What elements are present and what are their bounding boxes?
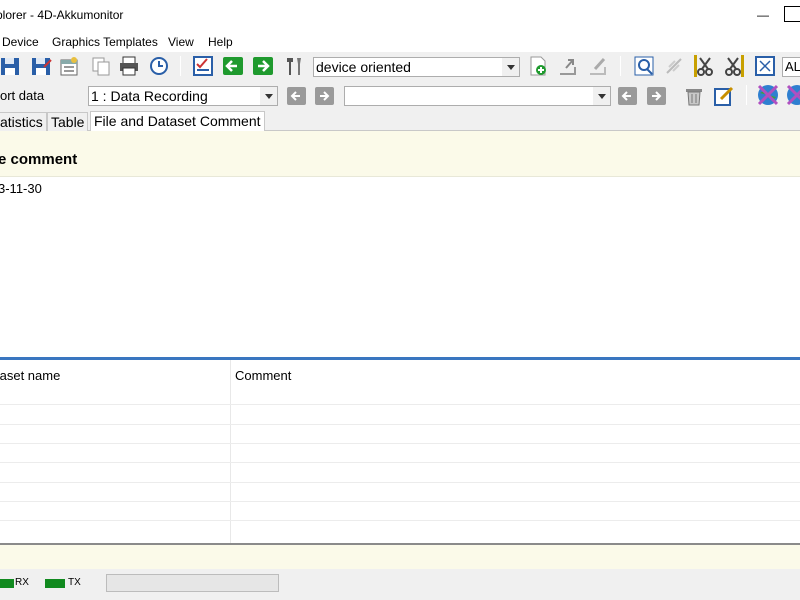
trash-icon[interactable] [683,85,705,107]
view-mode-select[interactable]: device oriented [313,57,520,77]
rx-indicator [0,579,14,588]
next-record-icon[interactable] [314,85,336,107]
fit-icon[interactable] [754,55,776,77]
toolbar-separator [746,85,747,105]
view-mode-value: device oriented [316,59,411,75]
menu-help[interactable]: Help [208,35,233,49]
main-toolbar: device oriented AL [0,52,800,81]
file-comment-header: e comment [0,131,800,177]
tab-file-and-dataset-comment[interactable]: File and Dataset Comment [90,111,265,131]
previous-arrow-icon[interactable] [222,55,244,77]
toolbar-separator [620,56,621,76]
table-row[interactable] [0,404,800,405]
cut-right-icon[interactable] [722,55,744,77]
recording-select[interactable]: 1 : Data Recording [88,86,278,106]
table-row[interactable] [0,482,800,483]
info-bar [0,545,800,569]
previous-record-icon[interactable] [286,85,308,107]
delete-globe-icon[interactable] [756,84,778,106]
properties-icon[interactable] [58,55,80,77]
file-comment-editor[interactable]: 3-11-30 [0,177,800,357]
next-arrow-icon[interactable] [252,55,274,77]
dataset-comment-table[interactable]: taset name Comment [0,360,800,544]
cut-left-icon[interactable] [694,55,716,77]
tx-label: TX [68,577,81,588]
save-icon[interactable] [0,55,22,77]
column-header-dataset-name[interactable]: taset name [0,368,60,383]
dataset-select[interactable] [344,86,611,106]
data-toolbar: ort data 1 : Data Recording [0,81,800,110]
previous-dataset-icon[interactable] [617,85,639,107]
file-comment-heading: e comment [0,151,78,168]
menu-view[interactable]: View [168,35,194,49]
column-header-comment[interactable]: Comment [235,368,291,383]
chevron-down-icon [260,87,277,105]
print-icon[interactable] [118,55,140,77]
zoom-select-icon[interactable] [633,55,655,77]
clock-icon[interactable] [148,55,170,77]
import-data-label: ort data [0,88,45,103]
tab-bar: atistics Table File and Dataset Comment [0,110,800,131]
status-bar: RX TX [0,569,800,600]
file-comment-text: 3-11-30 [0,181,42,196]
tools-icon[interactable] [283,55,305,77]
chevron-down-icon [502,58,519,76]
checklist-icon[interactable] [192,55,214,77]
maximize-button[interactable] [784,6,800,22]
window-title: plorer - 4D-Akkumonitor [0,8,124,22]
minimize-button[interactable]: — [752,4,774,26]
tab-table[interactable]: Table [47,112,89,131]
pan-icon[interactable] [663,55,685,77]
scale-value: AL [785,59,800,74]
title-bar: plorer - 4D-Akkumonitor — [0,0,800,32]
toolbar-separator [180,56,181,76]
menu-graphics-templates[interactable]: Graphics Templates [52,35,158,49]
table-row[interactable] [0,424,800,425]
add-page-icon[interactable] [527,55,549,77]
next-dataset-icon[interactable] [646,85,668,107]
copy-icon[interactable] [90,55,112,77]
edit-icon[interactable] [587,55,609,77]
save-as-icon[interactable] [30,55,52,77]
menu-bar: Device Graphics Templates View Help [0,32,800,52]
progress-bar [106,574,279,592]
table-row[interactable] [0,443,800,444]
table-row[interactable] [0,501,800,502]
chevron-down-icon [593,87,610,105]
edit-dataset-icon[interactable] [713,85,735,107]
column-divider [230,360,231,544]
scale-select[interactable]: AL [782,57,800,77]
export-icon[interactable] [557,55,579,77]
tab-statistics[interactable]: atistics [0,112,47,131]
menu-device[interactable]: Device [2,35,39,49]
table-row[interactable] [0,462,800,463]
delete-all-icon[interactable] [785,84,800,106]
tx-indicator [45,579,65,588]
rx-label: RX [15,577,29,588]
table-row[interactable] [0,520,800,521]
recording-value: 1 : Data Recording [91,88,208,104]
